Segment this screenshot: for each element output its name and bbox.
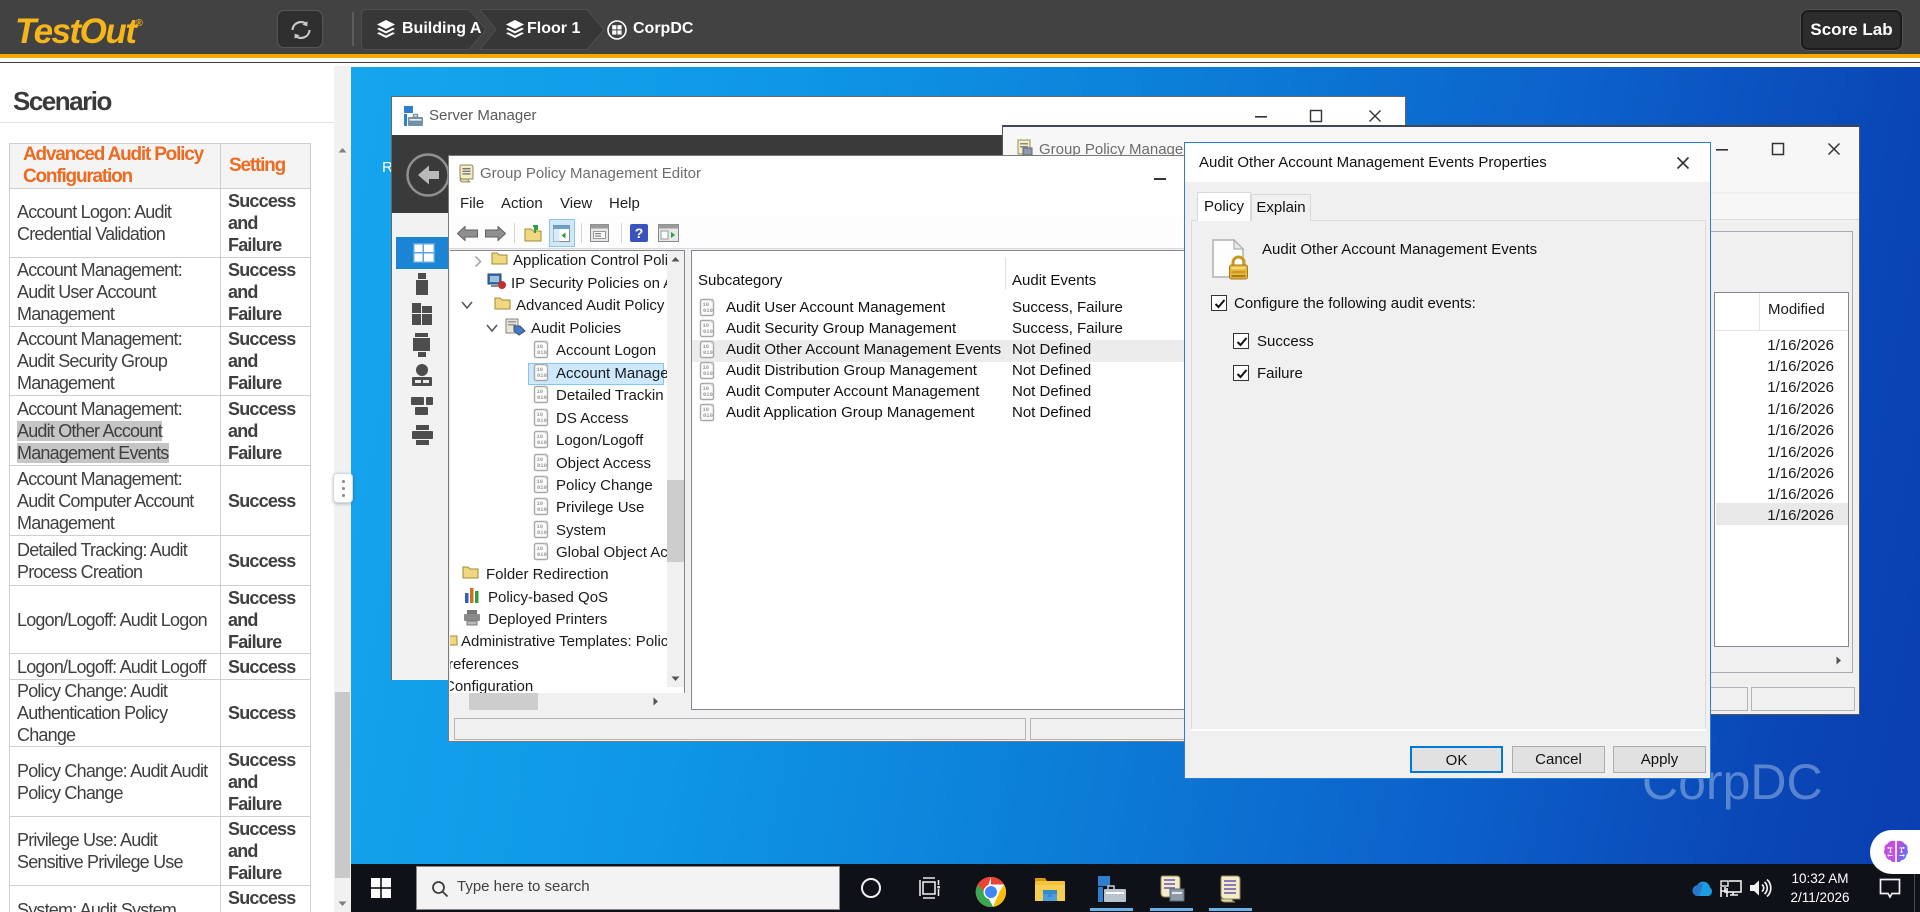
svg-text:010: 010: [537, 506, 547, 513]
svg-text:010: 010: [703, 391, 713, 398]
svg-text:010: 010: [537, 439, 547, 446]
svg-text:010: 010: [703, 349, 713, 356]
svg-text:010: 010: [537, 372, 547, 379]
svg-text:010: 010: [537, 349, 547, 356]
svg-text:010: 010: [537, 551, 547, 558]
svg-text:010: 010: [537, 484, 547, 491]
svg-text:010: 010: [537, 417, 547, 424]
svg-text:010: 010: [703, 307, 713, 314]
svg-text:010: 010: [703, 328, 713, 335]
svg-text:010: 010: [537, 462, 547, 469]
svg-text:010: 010: [703, 412, 713, 419]
svg-text:010: 010: [703, 370, 713, 377]
svg-text:010: 010: [537, 529, 547, 536]
svg-text:010: 010: [537, 394, 547, 401]
svg-text:?: ?: [635, 225, 644, 241]
